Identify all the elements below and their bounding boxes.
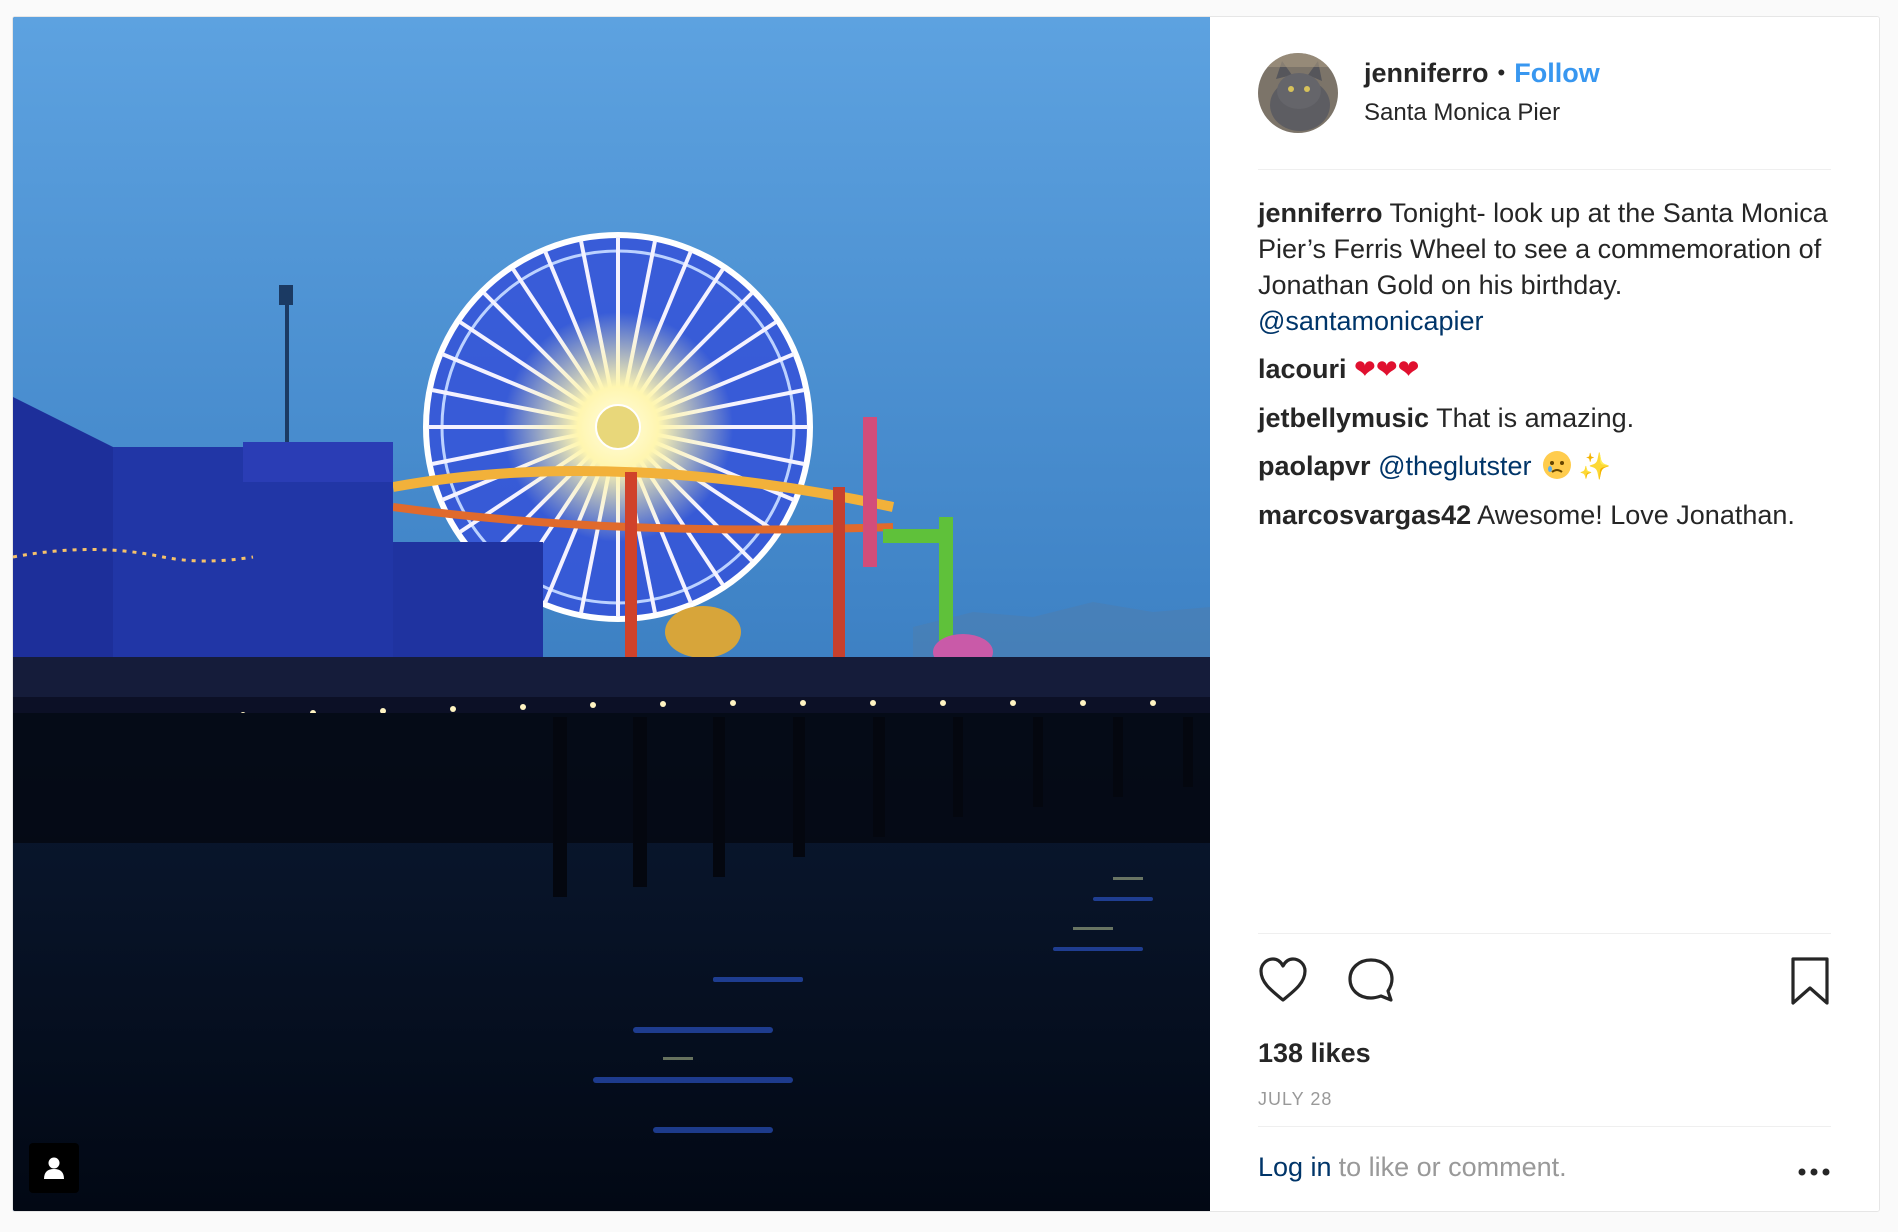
santa-monica-pier-photo (13, 17, 1210, 1211)
bookmark-icon[interactable] (1789, 956, 1831, 1011)
post-header: jenniferro • Follow Santa Monica Pier (1258, 17, 1831, 170)
login-prompt: Log in to like or comment. (1258, 1127, 1831, 1207)
follow-button[interactable]: Follow (1514, 58, 1599, 89)
comment-item: jetbellymusic That is amazing. (1258, 400, 1831, 436)
header-text: jenniferro • Follow Santa Monica Pier (1364, 58, 1600, 127)
username-link[interactable]: jenniferro (1364, 58, 1489, 89)
heart-icon[interactable] (1258, 956, 1308, 1009)
comment-username[interactable]: jetbellymusic (1258, 403, 1429, 433)
sparkles-emoji: ✨ (1578, 452, 1611, 482)
comment-item: lacouri ❤❤❤ (1258, 351, 1831, 388)
comment-item: marcosvargas42 Awesome! Love Jonathan. (1258, 497, 1831, 533)
comment-username[interactable]: marcosvargas42 (1258, 500, 1471, 530)
comment-item: paolapvr @theglutster ✨ (1258, 448, 1831, 485)
post-photo[interactable] (13, 17, 1210, 1211)
comment-text: That is amazing. (1436, 403, 1635, 433)
action-icons (1258, 934, 1831, 1034)
comment-text: Awesome! Love Jonathan. (1477, 500, 1795, 530)
user-tag-icon[interactable] (29, 1143, 79, 1193)
login-link[interactable]: Log in (1258, 1152, 1332, 1183)
likes-count[interactable]: 138 likes (1258, 1038, 1831, 1069)
more-options-icon[interactable] (1797, 1153, 1831, 1184)
comment-icon[interactable] (1346, 956, 1396, 1009)
post-date: JULY 28 (1258, 1089, 1831, 1127)
comments-list: jenniferro Tonight- look up at the Santa… (1258, 195, 1831, 545)
login-prompt-text: to like or comment. (1338, 1151, 1567, 1182)
header-line: jenniferro • Follow (1364, 58, 1600, 89)
caption-mention[interactable]: @santamonicapier (1258, 306, 1484, 336)
separator-dot: • (1497, 60, 1506, 85)
comment-username[interactable]: paolapvr (1258, 451, 1371, 481)
post-details-panel: jenniferro • Follow Santa Monica Pier je… (1210, 17, 1879, 1211)
crying-face-emoji (1543, 451, 1572, 479)
comment-username[interactable]: lacouri (1258, 354, 1347, 384)
caption-username[interactable]: jenniferro (1258, 198, 1383, 228)
heart-emoji: ❤❤❤ (1354, 355, 1420, 385)
avatar[interactable] (1258, 53, 1338, 133)
comment-mention[interactable]: @theglutster (1378, 451, 1531, 481)
actions-area: 138 likes JULY 28 Log in to like or comm… (1258, 933, 1831, 1207)
caption: jenniferro Tonight- look up at the Santa… (1258, 195, 1831, 339)
instagram-post: jenniferro • Follow Santa Monica Pier je… (12, 16, 1880, 1212)
location-link[interactable]: Santa Monica Pier (1364, 99, 1600, 127)
